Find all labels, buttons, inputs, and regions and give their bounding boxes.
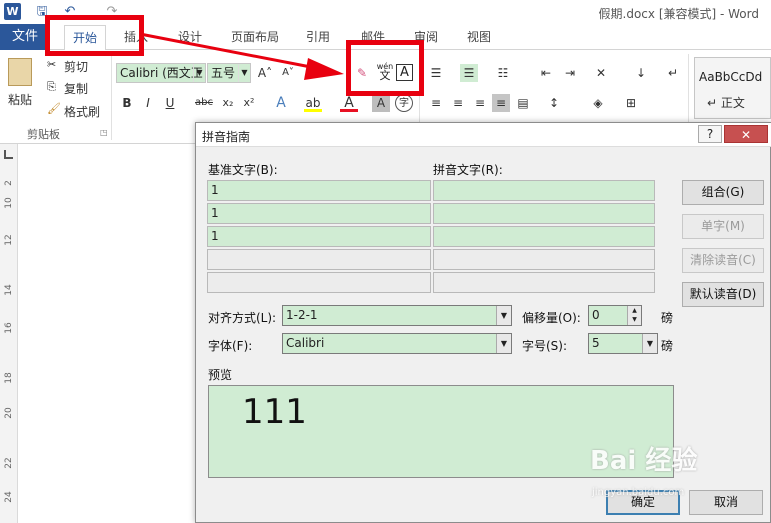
baidu-watermark-url: jingyan.baidu.com [592,487,685,498]
dialog-title: 拼音指南 [202,130,251,144]
chevron-down-icon: ▼ [642,334,657,353]
offset-unit: 磅 [661,311,674,325]
ruby-text-cell[interactable] [433,226,655,247]
annotation-arrow [139,32,344,80]
base-text-cell[interactable] [207,249,431,270]
ruler-number: 18 [4,372,14,384]
tab-selector-icon[interactable] [4,150,13,159]
size-unit: 磅 [661,339,674,353]
ruler-number: 2 [4,180,14,186]
ruby-text-cell[interactable] [433,272,655,293]
group-button[interactable]: 组合(G) [682,180,764,205]
ruby-text-cell[interactable] [433,203,655,224]
ruler-number: 10 [4,197,14,209]
chevron-down-icon: ▼ [496,334,511,353]
baidu-watermark: Bai 经验 [590,446,698,476]
offset-spinner[interactable]: 0 ▲ ▼ [588,305,642,326]
size-value: 5 [592,336,600,350]
clear-ruby-button[interactable]: 清除读音(C) [682,248,764,273]
cancel-button[interactable]: 取消 [689,490,763,515]
ruler-number: 20 [4,407,14,419]
ruler-number: 24 [4,491,14,503]
arrow-shaft [139,32,317,70]
alignment-select[interactable]: 1-2-1 ▼ [282,305,512,326]
help-button[interactable]: ? [698,125,722,143]
ruler-number: 16 [4,322,14,334]
chevron-down-icon: ▼ [496,306,511,325]
dialog-title-bar[interactable]: 拼音指南 ? ✕ [196,123,771,147]
ruby-text-cell[interactable] [433,180,655,201]
alignment-value: 1-2-1 [286,308,318,322]
close-button[interactable]: ✕ [724,125,768,143]
base-text-label: 基准文字(B): [208,163,278,177]
preview-label: 预览 [208,368,233,382]
offset-label: 偏移量(O): [522,311,581,325]
base-text-cell[interactable]: 1 [207,203,431,224]
base-text-cell[interactable]: 1 [207,180,431,201]
base-text-cell[interactable]: 1 [207,226,431,247]
ruler-number: 14 [4,284,14,296]
size-select[interactable]: 5 ▼ [588,333,658,354]
size-label: 字号(S): [522,339,568,353]
alignment-label: 对齐方式(L): [208,311,277,325]
preview-text: 111 [242,392,307,432]
base-text-cell[interactable] [207,272,431,293]
offset-value: 0 [592,308,600,322]
spinner-arrows-icon[interactable]: ▲ ▼ [627,306,641,325]
default-ruby-button[interactable]: 默认读音(D) [682,282,764,307]
ruby-text-label: 拼音文字(R): [433,163,503,177]
ruler-number: 12 [4,234,14,246]
font-select[interactable]: Calibri ▼ [282,333,512,354]
font-value: Calibri [286,336,325,350]
ruler-number: 22 [4,457,14,469]
mono-ruby-button[interactable]: 单字(M) [682,214,764,239]
arrow-head [304,58,344,80]
font-label: 字体(F): [208,339,253,353]
ruby-text-cell[interactable] [433,249,655,270]
